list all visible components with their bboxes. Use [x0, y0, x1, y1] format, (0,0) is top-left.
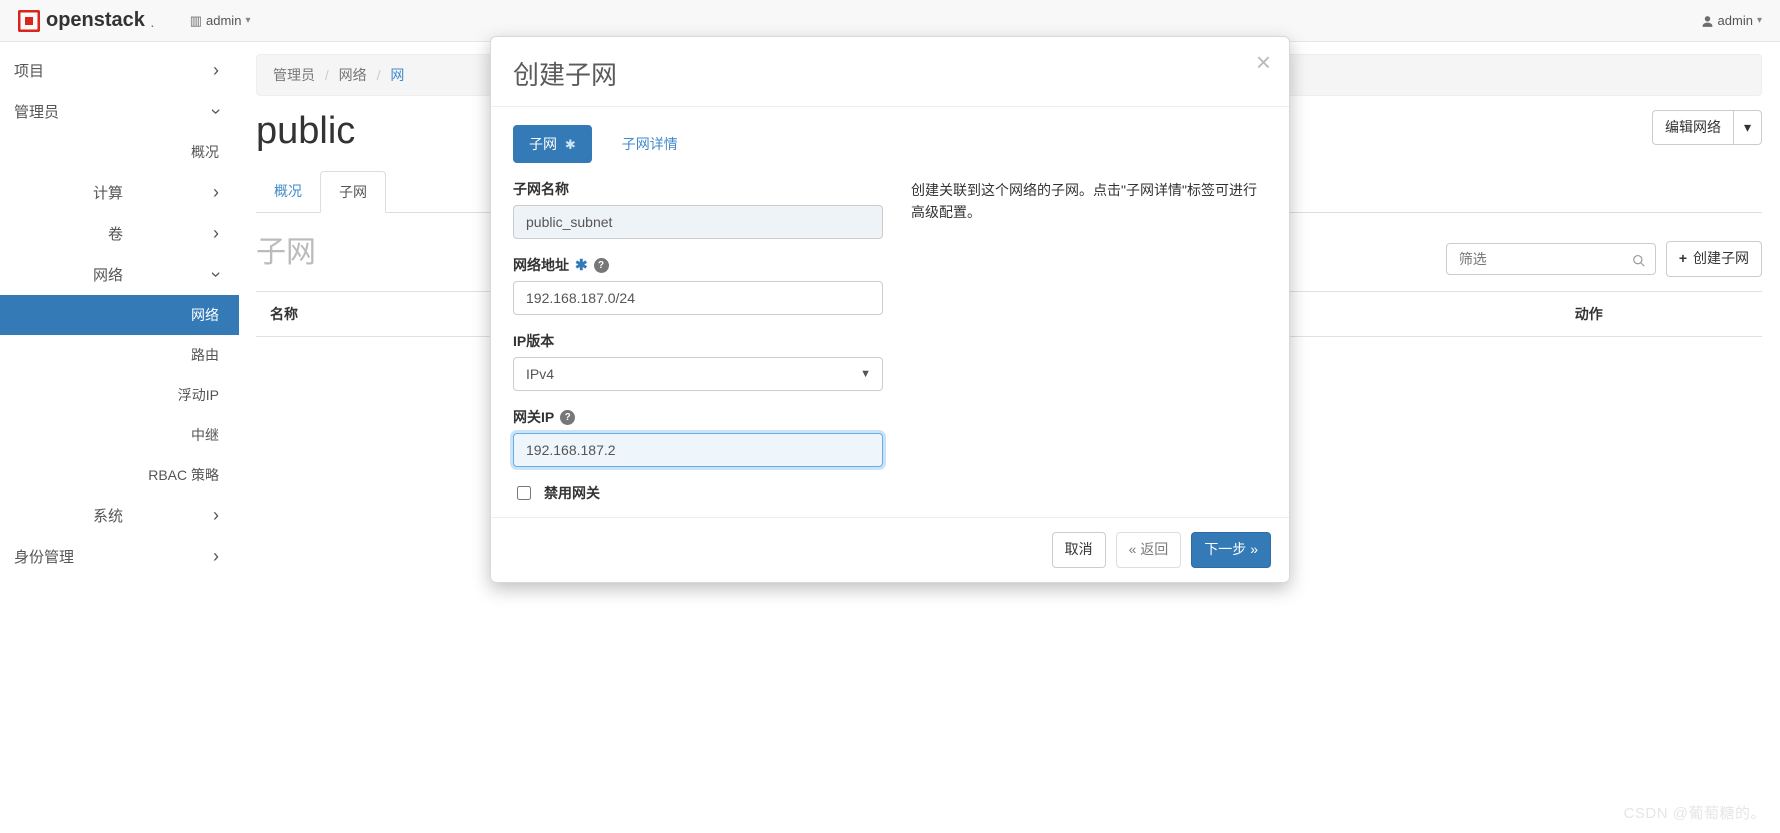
sidebar-item-routers[interactable]: 路由 — [0, 335, 239, 375]
filter-input[interactable] — [1446, 243, 1656, 275]
brand: openstack. — [18, 9, 154, 32]
next-button[interactable]: 下一步 » — [1191, 532, 1271, 568]
breadcrumb-sep: / — [371, 67, 387, 83]
modal-header: 创建子网 × — [491, 37, 1289, 106]
edit-network-menu-button[interactable]: ▾ — [1733, 110, 1762, 146]
sidebar-group-volume[interactable]: 卷 › — [0, 213, 239, 254]
sidebar-group-project[interactable]: 项目 › — [0, 50, 239, 91]
label-gateway-ip: 网关IP ? — [513, 407, 883, 427]
sidebar-group-label: 计算 — [0, 182, 213, 203]
modal-body: 子网 ✱ 子网详情 子网名称 网络地址 ✱ ? — [491, 106, 1289, 517]
caret-down-icon: ▾ — [1744, 118, 1751, 138]
wizard-tab-label: 子网 — [529, 136, 557, 152]
sidebar-group-label: 卷 — [0, 223, 213, 244]
required-star-icon: ✱ — [565, 137, 576, 152]
sidebar-group-label: 管理员 — [14, 101, 59, 122]
sidebar-item-floating[interactable]: 浮动IP — [0, 375, 239, 415]
subnet-name-input[interactable] — [513, 205, 883, 239]
chevron-down-icon: › — [206, 272, 227, 278]
user-icon — [1701, 13, 1714, 28]
th-actions: 动作 — [1416, 292, 1762, 337]
project-selector[interactable]: ▥ admin ▾ — [190, 13, 251, 29]
gateway-ip-input[interactable] — [513, 433, 883, 467]
breadcrumb-item: 管理员 — [273, 67, 315, 83]
sidebar-group-label: 项目 — [14, 60, 44, 81]
label-subnet-name: 子网名称 — [513, 179, 883, 199]
create-subnet-button[interactable]: + 创建子网 — [1666, 241, 1762, 277]
caret-down-icon: ▾ — [1757, 15, 1762, 26]
page-title: public — [256, 110, 355, 153]
edit-network-button[interactable]: 编辑网络 — [1652, 110, 1734, 146]
project-selector-label: admin — [206, 13, 241, 28]
disable-gateway-label: 禁用网关 — [544, 483, 600, 503]
modal-form: 子网名称 网络地址 ✱ ? IP版本 ▼ — [513, 179, 883, 503]
disable-gateway-row: 禁用网关 — [513, 483, 883, 503]
sidebar: 项目 › 管理员 › 概况 计算 › 卷 › 网络 › 网络 路由 浮动IP — [0, 42, 240, 833]
wizard-tab-subnet[interactable]: 子网 ✱ — [513, 125, 592, 163]
sidebar-item-relay[interactable]: 中继 — [0, 415, 239, 455]
required-star-icon: ✱ — [575, 256, 588, 274]
chevron-right-icon: › — [213, 546, 219, 567]
sidebar-item-overview[interactable]: 概况 — [0, 132, 239, 172]
label-text: 网络地址 — [513, 255, 569, 275]
tab-overview[interactable]: 概况 — [256, 171, 320, 213]
sidebar-group-compute[interactable]: 计算 › — [0, 172, 239, 213]
cancel-button[interactable]: 取消 — [1052, 532, 1106, 568]
chevron-right-icon: › — [213, 60, 219, 81]
plus-icon: + — [1679, 249, 1687, 269]
modal-title: 创建子网 — [513, 55, 1267, 92]
user-menu[interactable]: admin ▾ — [1701, 13, 1762, 28]
chevron-down-icon: › — [206, 109, 227, 115]
label-ip-version: IP版本 — [513, 331, 883, 351]
help-icon[interactable]: ? — [560, 410, 575, 425]
breadcrumb-item: 网络 — [339, 67, 367, 83]
breadcrumb-item-link[interactable]: 网 — [390, 67, 404, 83]
openstack-logo-icon — [18, 10, 40, 32]
sidebar-group-identity[interactable]: 身份管理 › — [0, 536, 239, 577]
sidebar-group-label: 系统 — [0, 505, 213, 526]
section-title: 子网 — [256, 227, 316, 271]
sidebar-group-label: 网络 — [0, 264, 213, 285]
label-text: 网关IP — [513, 407, 554, 427]
sidebar-item-networks[interactable]: 网络 — [0, 295, 239, 335]
sidebar-item-rbac[interactable]: RBAC 策略 — [0, 455, 239, 495]
help-icon[interactable]: ? — [594, 258, 609, 273]
chevron-right-icon: › — [213, 182, 219, 203]
close-icon[interactable]: × — [1256, 49, 1271, 75]
disable-gateway-checkbox[interactable] — [517, 486, 531, 500]
user-menu-label: admin — [1718, 13, 1753, 28]
edit-network-group: 编辑网络 ▾ — [1652, 110, 1762, 146]
filter-wrap — [1446, 243, 1656, 275]
modal-help-text: 创建关联到这个网络的子网。点击"子网详情"标签可进行高级配置。 — [911, 179, 1267, 503]
wizard-tabs: 子网 ✱ 子网详情 — [513, 125, 1267, 163]
brand-name: openstack — [46, 9, 145, 32]
label-network-address: 网络地址 ✱ ? — [513, 255, 883, 275]
modal-footer: 取消 « 返回 下一步 » — [491, 517, 1289, 582]
chevron-right-icon: › — [213, 223, 219, 244]
sidebar-group-label: 身份管理 — [14, 546, 74, 567]
caret-down-icon: ▾ — [245, 15, 250, 26]
sidebar-group-network[interactable]: 网络 › — [0, 254, 239, 295]
network-address-input[interactable] — [513, 281, 883, 315]
ip-version-select[interactable] — [513, 357, 883, 391]
table-toolbar: + 创建子网 — [1446, 241, 1762, 277]
domain-icon: ▥ — [190, 13, 202, 29]
brand-dot: . — [151, 19, 154, 30]
tab-subnets[interactable]: 子网 — [320, 171, 386, 213]
create-subnet-label: 创建子网 — [1693, 249, 1749, 269]
wizard-tab-detail[interactable]: 子网详情 — [606, 125, 694, 163]
chevron-right-icon: › — [213, 505, 219, 526]
sidebar-group-admin[interactable]: 管理员 › — [0, 91, 239, 132]
breadcrumb-sep: / — [319, 67, 335, 83]
create-subnet-modal: 创建子网 × 子网 ✱ 子网详情 子网名称 网络地址 ✱ ? — [490, 36, 1290, 583]
sidebar-group-system[interactable]: 系统 › — [0, 495, 239, 536]
back-button[interactable]: « 返回 — [1116, 532, 1182, 568]
